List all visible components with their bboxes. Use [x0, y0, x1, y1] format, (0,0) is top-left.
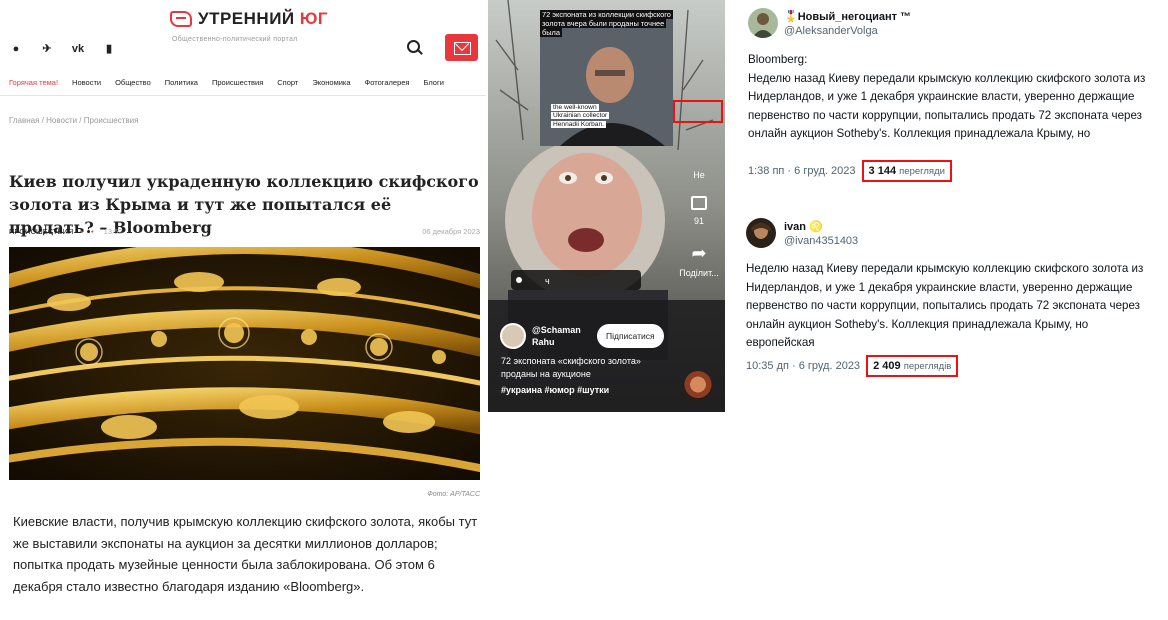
logo-text-accent: ЮГ: [299, 9, 329, 28]
tweet-body: Неделю назад Киеву передали крымскую кол…: [746, 262, 1144, 349]
article-category[interactable]: ПРОИСШЕСТВИЯ: [9, 227, 73, 236]
nav-item-blogs[interactable]: Блоги: [423, 78, 443, 87]
highlight-box: [673, 100, 723, 123]
logo-mark-icon: [170, 11, 192, 27]
search-icon[interactable]: [405, 38, 425, 58]
comments-count: 91: [693, 216, 704, 226]
tweet-views-count: 3 144: [868, 165, 897, 177]
news-site-panel: УТРЕННИЙ ЮГ Общественно-политический пор…: [0, 0, 486, 620]
article-photo: [9, 247, 480, 480]
nav-item-economy[interactable]: Экономика: [312, 78, 350, 87]
video-author: @Schaman Rahu Підписатися: [500, 323, 664, 349]
nav-item-hot[interactable]: Горячая тема!: [9, 78, 58, 87]
music-disc-icon[interactable]: [683, 371, 713, 401]
nav-item-news[interactable]: Новости: [72, 78, 101, 87]
share-icon[interactable]: ➦: [676, 244, 722, 262]
side-label[interactable]: Не: [676, 170, 722, 180]
mail-icon[interactable]: [445, 34, 478, 61]
avatar[interactable]: [746, 218, 776, 248]
tweet-author-name[interactable]: 🎖️Новый_негоциант ™: [784, 10, 911, 23]
nav-item-incidents[interactable]: Происшествия: [212, 78, 263, 87]
progress-label: ч: [545, 276, 550, 286]
tweet-views-highlight[interactable]: 3 144 перегляди: [861, 160, 952, 182]
vk-icon[interactable]: vk: [71, 43, 85, 55]
tweet-meta: 1:38 пп · 6 груд. 2023 3 144 перегляди: [748, 160, 952, 182]
article-meta: ПРОИСШЕСТВИЯ • • 13:52 06 декабря 2023: [9, 227, 480, 236]
logo-text-main: УТРЕННИЙ: [198, 9, 295, 28]
inset-subtitle: the well-known Ukrainian collector Henna…: [551, 104, 610, 128]
tweet-1: 🎖️Новый_негоциант ™ @AleksanderVolga Blo…: [748, 8, 1163, 188]
inset-caption: 72 экспоната из коллекции скифского золо…: [540, 10, 673, 37]
avatar[interactable]: [748, 8, 778, 38]
tweet-views-highlight[interactable]: 2 409 переглядів: [866, 355, 959, 377]
avatar[interactable]: [500, 323, 526, 349]
article-date: 06 декабря 2023: [422, 227, 480, 236]
avatar-image: [748, 8, 778, 38]
tweet-author-handle[interactable]: @ivan4351403: [784, 235, 858, 247]
main-nav: Горячая тема! Новости Общество Политика …: [9, 78, 458, 87]
follow-button[interactable]: Підписатися: [597, 324, 664, 348]
video-progress[interactable]: ч: [511, 270, 641, 290]
tweet-timestamp[interactable]: 10:35 дп · 6 груд. 2023: [746, 360, 860, 372]
tweet-timestamp[interactable]: 1:38 пп · 6 груд. 2023: [748, 165, 855, 177]
telegram-icon[interactable]: ✈: [40, 42, 54, 55]
tweet-author-handle[interactable]: @AleksanderVolga: [784, 25, 878, 37]
tweet-views-label: переглядів: [903, 361, 952, 372]
video-side-actions: Не 91 ➦ Подiлит...: [676, 168, 722, 278]
video-description: 72 экспоната «скифского золота» проданы …: [501, 356, 641, 379]
social-links: ● ✈ vk ▮: [9, 42, 116, 56]
article-time: 13:52: [103, 227, 123, 236]
tweet-views-label: перегляди: [899, 166, 945, 177]
video-hashtags[interactable]: #украина #юмор #шутки: [501, 385, 609, 395]
progress-bar: ч: [511, 270, 641, 290]
tweet-meta: 10:35 дп · 6 груд. 2023 2 409 переглядів: [746, 355, 959, 377]
nav-item-gallery[interactable]: Фотогалерея: [365, 78, 410, 87]
site-tagline: Общественно-политический портал: [172, 36, 298, 43]
author-name[interactable]: @Schaman Rahu: [532, 324, 587, 348]
tweet-source-line: Bloomberg:: [748, 53, 808, 66]
meta-separator: • •: [80, 227, 97, 236]
photo-credit: Фото: AP/TACC: [427, 491, 480, 498]
tweet-views-count: 2 409: [873, 360, 901, 372]
comment-icon[interactable]: [691, 196, 707, 210]
tweet-author-name[interactable]: ivan ♌: [784, 220, 823, 233]
article-lead: Киевские власти, получив крымскую коллек…: [13, 514, 478, 595]
tweet-text: Bloomberg: Неделю назад Киеву передали к…: [748, 51, 1160, 144]
breadcrumb[interactable]: Главная / Новости / Происшествия: [9, 116, 138, 125]
nav-divider: [0, 95, 486, 96]
nav-item-sport[interactable]: Спорт: [277, 78, 298, 87]
ok-icon[interactable]: ●: [9, 43, 23, 55]
yandex-zen-icon[interactable]: ▮: [102, 42, 116, 55]
avatar-image: [746, 218, 776, 248]
nav-item-politics[interactable]: Политика: [165, 78, 198, 87]
tweet-body: Неделю назад Киеву передали крымскую кол…: [748, 71, 1146, 141]
nav-item-society[interactable]: Общество: [115, 78, 151, 87]
tweet-2: ivan ♌ @ivan4351403 Неделю назад Киеву п…: [746, 218, 1163, 383]
share-label[interactable]: Подiлит...: [676, 268, 722, 278]
site-logo[interactable]: УТРЕННИЙ ЮГ: [170, 9, 328, 29]
scythian-gold-pectoral-image: [9, 247, 480, 480]
